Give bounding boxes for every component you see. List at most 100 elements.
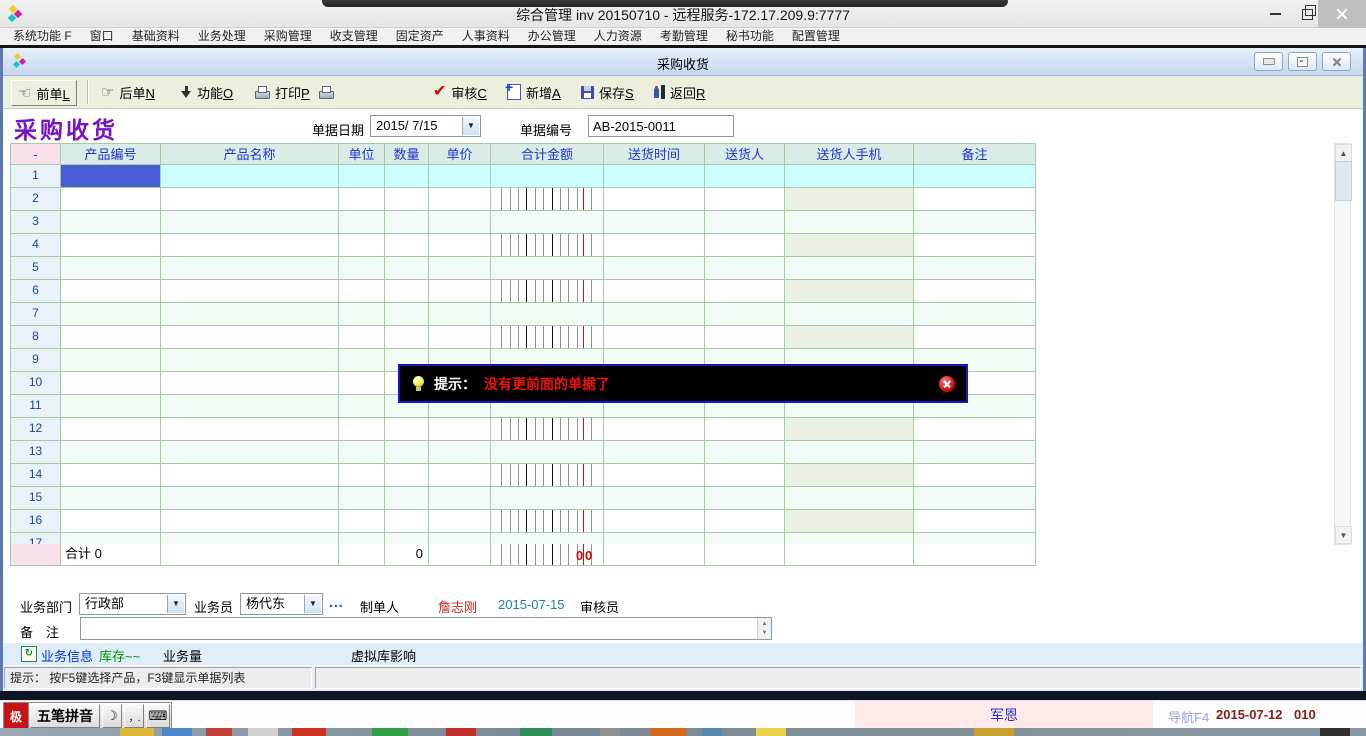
grid-cell[interactable] (914, 533, 1036, 544)
grid-cell[interactable] (705, 211, 785, 234)
grid-cell[interactable] (385, 234, 429, 257)
grid-cell[interactable] (914, 211, 1036, 234)
grid-cell[interactable] (705, 165, 785, 188)
grid-cell[interactable] (339, 418, 385, 441)
grid-cell[interactable] (914, 326, 1036, 349)
grid-cell[interactable] (61, 234, 161, 257)
grid-cell[interactable] (705, 418, 785, 441)
grid-cell[interactable] (785, 257, 914, 280)
chevron-down-icon[interactable]: ▼ (167, 595, 184, 613)
grid-cell[interactable] (161, 211, 339, 234)
child-close-button[interactable] (1322, 52, 1351, 71)
grid-cell[interactable] (161, 510, 339, 533)
grid-cell[interactable] (339, 441, 385, 464)
grid-cell[interactable] (385, 211, 429, 234)
grid-cell[interactable] (429, 464, 491, 487)
grid-cell[interactable] (491, 188, 604, 211)
grid-cell[interactable] (339, 533, 385, 544)
menu-item[interactable]: 采购管理 (255, 28, 321, 45)
grid-cell[interactable] (604, 441, 705, 464)
audit-button[interactable]: ✔ 审核C (427, 80, 493, 104)
menu-item[interactable]: 秘书功能 (717, 28, 783, 45)
grid-cell[interactable] (429, 211, 491, 234)
grid-col-header[interactable]: 送货时间 (604, 144, 705, 165)
grid-cell[interactable] (429, 487, 491, 510)
dept-combobox[interactable]: 行政部 ▼ (79, 593, 186, 615)
grid-cell[interactable] (785, 418, 914, 441)
child-minimize-button[interactable] (1254, 52, 1283, 71)
grid-cell[interactable] (429, 326, 491, 349)
grid-cell[interactable] (339, 303, 385, 326)
grid-cell[interactable] (161, 165, 339, 188)
scroll-up-icon[interactable]: ▲ (1335, 144, 1352, 162)
grid-cell[interactable] (705, 510, 785, 533)
grid-col-header[interactable]: 送货人 (705, 144, 785, 165)
grid-cell[interactable] (161, 326, 339, 349)
menu-item[interactable]: 考勤管理 (651, 28, 717, 45)
grid-cell[interactable] (604, 487, 705, 510)
grid-cell[interactable] (339, 510, 385, 533)
grid-cell[interactable] (161, 372, 339, 395)
ime-punctuation-icon[interactable]: ，. (124, 704, 144, 728)
grid-cell[interactable] (429, 188, 491, 211)
grid-cell[interactable] (604, 188, 705, 211)
grid-cell[interactable] (705, 303, 785, 326)
menu-item[interactable]: 基础资料 (123, 28, 189, 45)
grid-cell[interactable] (705, 533, 785, 544)
grid-cell[interactable] (429, 303, 491, 326)
grid-cell[interactable] (429, 234, 491, 257)
grid-cell[interactable] (161, 395, 339, 418)
menu-item[interactable]: 配置管理 (783, 28, 849, 45)
grid-cell[interactable] (785, 464, 914, 487)
doc-date-combobox[interactable]: 2015/ 7/15 ▼ (370, 115, 481, 137)
grid-cell[interactable] (339, 211, 385, 234)
grid-cell[interactable] (491, 234, 604, 257)
grid-cell[interactable] (385, 441, 429, 464)
grid-cell[interactable] (339, 234, 385, 257)
grid-cell[interactable] (785, 234, 914, 257)
grid-cell[interactable] (491, 533, 604, 544)
grid-cell[interactable] (604, 234, 705, 257)
grid-cell[interactable] (429, 280, 491, 303)
grid-cell[interactable] (161, 349, 339, 372)
grid-cell[interactable] (785, 303, 914, 326)
nav-f4-label[interactable]: 导航F4 (1168, 707, 1209, 726)
grid-cell[interactable] (161, 257, 339, 280)
grid-cell[interactable] (161, 234, 339, 257)
grid-cell[interactable] (339, 464, 385, 487)
grid-cell[interactable] (491, 303, 604, 326)
grid-col-header[interactable]: 产品编号 (61, 144, 161, 165)
grid-cell[interactable] (785, 510, 914, 533)
grid-cell[interactable] (339, 349, 385, 372)
grid-cell[interactable] (61, 510, 161, 533)
menu-item[interactable]: 收支管理 (321, 28, 387, 45)
add-button[interactable]: 新增A (501, 80, 567, 104)
note-spinner[interactable]: ▲▼ (757, 618, 771, 639)
grid-cell[interactable] (785, 326, 914, 349)
grid-cell[interactable] (604, 165, 705, 188)
menu-item[interactable]: 人力资源 (585, 28, 651, 45)
menu-item[interactable]: 窗口 (81, 28, 123, 45)
print-preview-button[interactable] (319, 80, 341, 104)
function-button[interactable]: 功能O (175, 80, 239, 104)
grid-cell[interactable] (604, 464, 705, 487)
grid-cell[interactable] (61, 165, 161, 188)
ime-logo-icon[interactable]: 极 (4, 703, 29, 729)
grid-cell[interactable] (429, 441, 491, 464)
grid-cell[interactable] (61, 395, 161, 418)
grid-cell[interactable] (785, 280, 914, 303)
scroll-down-icon[interactable]: ▼ (1335, 526, 1352, 544)
grid-cell[interactable] (914, 418, 1036, 441)
grid-cell[interactable] (705, 441, 785, 464)
grid-cell[interactable] (785, 487, 914, 510)
grid-cell[interactable] (604, 303, 705, 326)
grid-cell[interactable] (61, 211, 161, 234)
grid-cell[interactable] (491, 487, 604, 510)
grid-cell[interactable] (604, 533, 705, 544)
grid-cell[interactable] (61, 280, 161, 303)
grid-cell[interactable] (161, 280, 339, 303)
refresh-icon[interactable]: ↻ (21, 646, 37, 662)
grid-scrollbar[interactable]: ▲ ▼ (1334, 143, 1351, 545)
keyboard-icon[interactable]: ⌨ (146, 704, 170, 728)
grid-cell[interactable] (491, 418, 604, 441)
